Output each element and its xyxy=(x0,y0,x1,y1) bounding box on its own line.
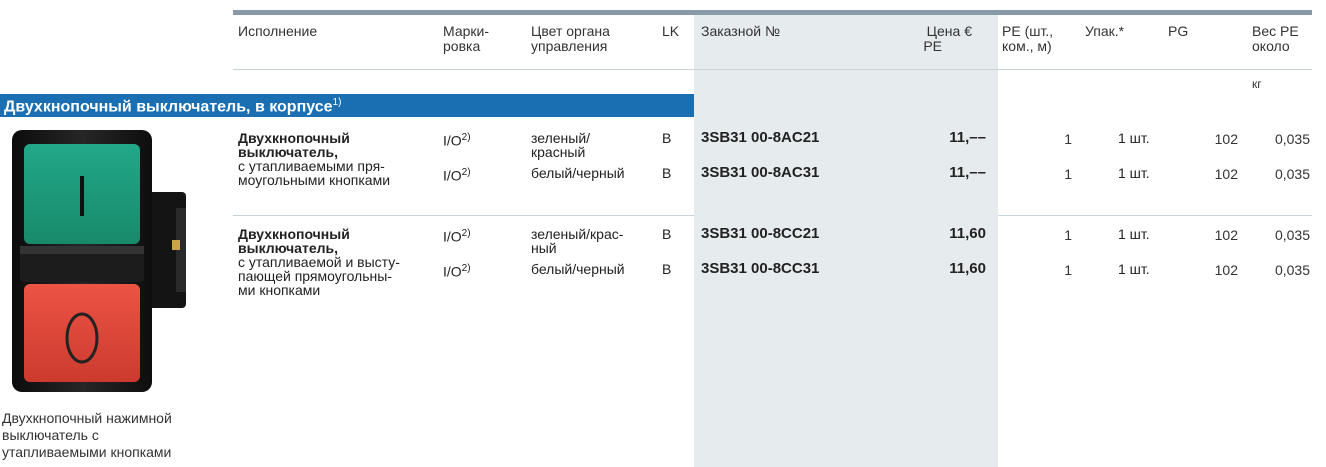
row-lk: B xyxy=(662,261,672,277)
group1-desc-bold-1: Двухкнопочный xyxy=(238,130,350,146)
row-color-line2: красный xyxy=(531,144,586,160)
group2-desc-3: с утапливаемой и высту- xyxy=(238,254,400,270)
double-pushbutton-image xyxy=(12,130,186,392)
header-price-line1: Цена € xyxy=(926,23,972,39)
header-execution: Исполнение xyxy=(238,23,318,39)
marking-text: I/O xyxy=(443,228,462,245)
row-pg: 102 xyxy=(1214,262,1238,278)
row-color-line1: зеленый/крас- xyxy=(531,226,624,242)
row-order-number: 3SB31 00-8AC21 xyxy=(701,129,820,146)
row-weight: 0,035 xyxy=(1274,262,1310,278)
red-button xyxy=(24,284,140,382)
group2-desc-bold-1: Двухкнопочный xyxy=(238,226,350,242)
row-pack: 1 шт. xyxy=(1118,261,1150,277)
header-color-line1: Цвет органа xyxy=(531,23,610,39)
header-weight-unit: кг xyxy=(1252,77,1262,91)
section-title-text: Двухкнопочный выключатель, в корпусе xyxy=(4,98,333,116)
row-lk: B xyxy=(662,165,672,181)
section-title-footnote: 1) xyxy=(332,97,342,108)
row-price: 11,–– xyxy=(949,129,986,146)
group2-desc-5: ми кнопками xyxy=(238,282,321,298)
header-pe-line1: PE (шт., xyxy=(1002,23,1054,39)
row-color-line2: ный xyxy=(531,240,557,256)
row-color-line1: белый/черный xyxy=(531,165,625,181)
row-marking: I/O2) xyxy=(443,166,471,183)
header-marking-line2: ровка xyxy=(443,38,481,54)
row-weight: 0,035 xyxy=(1274,166,1310,182)
marking-footnote: 2) xyxy=(461,228,471,239)
row-lk: B xyxy=(662,226,672,242)
row-pack: 1 шт. xyxy=(1118,226,1150,242)
row-pe: 1 xyxy=(1064,131,1072,147)
header-order-number: Заказной № xyxy=(701,23,780,39)
section-title-bar: Двухкнопочный выключатель, в корпусе1) xyxy=(0,94,694,117)
marking-footnote: 2) xyxy=(461,132,471,143)
row-pe: 1 xyxy=(1064,166,1072,182)
row-pg: 102 xyxy=(1214,131,1238,147)
section-title: Двухкнопочный выключатель, в корпусе1) xyxy=(4,97,341,116)
header-pg: PG xyxy=(1168,23,1189,39)
group1-desc-bold-2: выключатель, xyxy=(238,144,339,160)
row-weight: 0,035 xyxy=(1274,131,1310,147)
row-weight: 0,035 xyxy=(1274,227,1310,243)
image-caption-line3: утапливаемыми кнопками xyxy=(2,444,172,460)
header-weight-line1: Вес PE xyxy=(1252,23,1299,39)
image-caption: Двухкнопочный нажимной выключатель с ута… xyxy=(2,410,172,461)
header-bottom-rule xyxy=(233,69,1312,70)
header-price-line2: PE xyxy=(923,38,942,54)
row-lk: B xyxy=(662,130,672,146)
image-caption-line2: выключатель с xyxy=(2,427,99,443)
row-pe: 1 xyxy=(1064,227,1072,243)
product-image xyxy=(10,128,190,400)
header-color-line2: управления xyxy=(531,38,608,54)
row-pe: 1 xyxy=(1064,262,1072,278)
header-pe-line2: ком., м) xyxy=(1002,38,1052,54)
row-marking: I/O2) xyxy=(443,131,471,148)
row-price: 11,60 xyxy=(949,260,986,277)
marking-footnote: 2) xyxy=(461,167,471,178)
marking-text: I/O xyxy=(443,132,462,149)
row-pg: 102 xyxy=(1214,166,1238,182)
group2-desc-4: пающей прямоугольны- xyxy=(238,268,392,284)
row-order-number: 3SB31 00-8AC31 xyxy=(701,164,820,181)
header-pack: Упак.* xyxy=(1085,23,1125,39)
group2-desc-bold-2: выключатель, xyxy=(238,240,339,256)
marking-footnote: 2) xyxy=(461,263,471,274)
row-order-number: 3SB31 00-8CC21 xyxy=(701,225,820,242)
header-marking-line1: Марки- xyxy=(443,23,489,39)
row-price: 11,60 xyxy=(949,225,986,242)
row-order-number: 3SB31 00-8CC31 xyxy=(701,260,820,277)
row-pg: 102 xyxy=(1214,227,1238,243)
marking-text: I/O xyxy=(443,263,462,280)
green-button-symbol xyxy=(80,176,84,216)
group1-desc-4: моугольными кнопками xyxy=(238,172,391,188)
marking-text: I/O xyxy=(443,167,462,184)
row-color-line1: зеленый/ xyxy=(531,130,591,146)
row-pack: 1 шт. xyxy=(1118,165,1150,181)
header-weight-line2: около xyxy=(1252,38,1290,54)
row-marking: I/O2) xyxy=(443,227,471,244)
row-marking: I/O2) xyxy=(443,262,471,279)
image-caption-line1: Двухкнопочный нажимной xyxy=(2,410,172,426)
group-separator xyxy=(998,215,1312,216)
group1-desc-3: с утапливаемыми пря- xyxy=(238,158,385,174)
row-price: 11,–– xyxy=(949,164,986,181)
group-separator xyxy=(233,215,694,216)
header-lk: LK xyxy=(662,23,680,39)
row-color-line1: белый/черный xyxy=(531,261,625,277)
row-pack: 1 шт. xyxy=(1118,130,1150,146)
